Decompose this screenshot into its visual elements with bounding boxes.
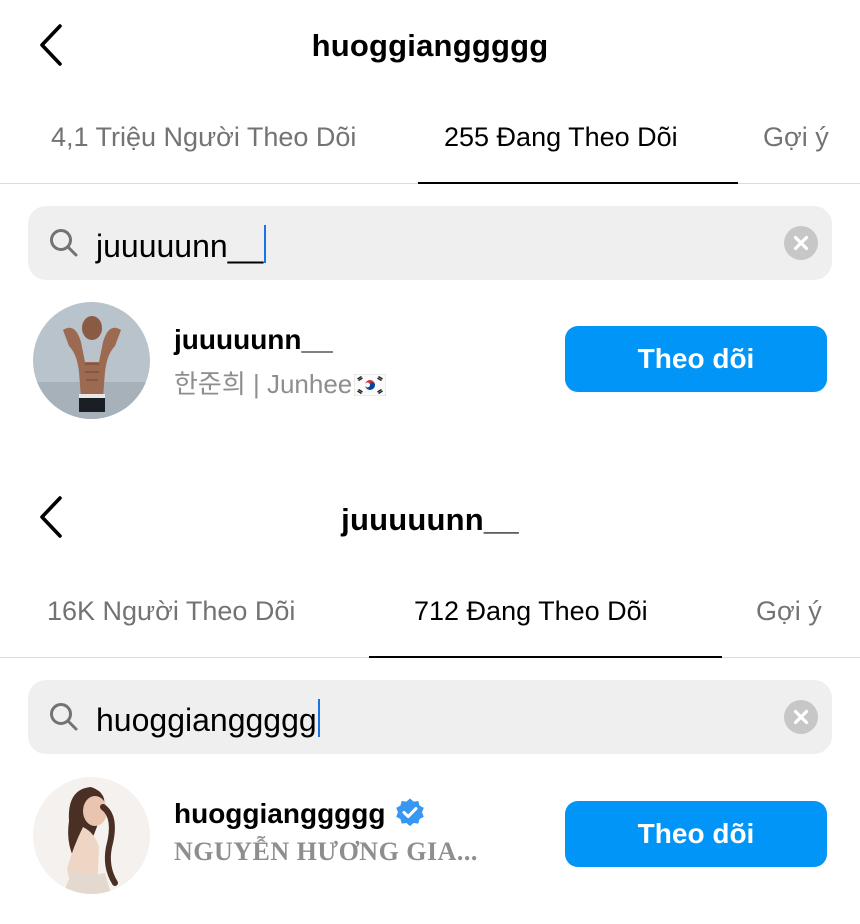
profile-photo-woman — [33, 777, 150, 894]
profile-photo-man — [33, 302, 150, 419]
result-username-text: huoggianggggg — [174, 798, 386, 829]
search-bar[interactable]: huoggianggggg — [28, 680, 832, 754]
tab-following[interactable]: 255 Đang Theo Dõi — [444, 122, 678, 153]
follow-button[interactable]: Theo dõi — [565, 801, 827, 867]
page-title: huoggianggggg — [311, 28, 549, 63]
tab-suggestions[interactable]: Gợi ý — [756, 596, 822, 627]
avatar[interactable] — [33, 302, 150, 419]
page-title: juuuuunn__ — [341, 502, 519, 537]
result-fullname-text: 한준희 | Junhee — [174, 369, 353, 399]
clear-icon — [793, 235, 809, 251]
tab-followers[interactable]: 4,1 Triệu Người Theo Dõi — [51, 122, 356, 153]
follow-button[interactable]: Theo dõi — [565, 326, 827, 392]
active-tab-indicator — [369, 656, 722, 658]
avatar[interactable] — [33, 777, 150, 894]
clear-search-button[interactable] — [784, 700, 818, 734]
active-tab-indicator — [418, 182, 738, 184]
search-icon — [50, 229, 78, 257]
result-username[interactable]: huoggianggggg — [174, 797, 426, 830]
search-query-text: huoggianggggg — [96, 702, 317, 738]
tab-suggestions[interactable]: Gợi ý — [763, 122, 829, 153]
result-fullname: NGUYỄN HƯƠNG GIA... — [174, 837, 478, 866]
search-icon — [50, 703, 78, 731]
clear-icon — [793, 709, 809, 725]
header: juuuuunn__ — [0, 472, 860, 564]
search-result-row[interactable]: juuuuunn__ 한준희 | Junhee Theo dõi — [0, 302, 860, 422]
text-caret — [264, 225, 267, 263]
screenshot-panel-2: juuuuunn__ 16K Người Theo Dõi 712 Đang T… — [0, 472, 860, 924]
clear-search-button[interactable] — [784, 226, 818, 260]
south-korea-flag-icon — [354, 374, 387, 396]
verified-badge-icon — [395, 798, 424, 827]
screenshot-panel-1: huoggianggggg 4,1 Triệu Người Theo Dõi 2… — [0, 0, 860, 462]
tab-followers[interactable]: 16K Người Theo Dõi — [47, 596, 295, 627]
result-fullname: 한준희 | Junhee — [174, 364, 387, 401]
tab-bar: 4,1 Triệu Người Theo Dõi 255 Đang Theo D… — [0, 96, 860, 184]
search-input[interactable]: juuuuunn__ — [96, 225, 267, 265]
search-bar[interactable]: juuuuunn__ — [28, 206, 832, 280]
text-caret — [317, 699, 320, 737]
header: huoggianggggg — [0, 0, 860, 92]
search-result-row[interactable]: huoggianggggg NGUYỄN HƯƠNG GIA... Theo d… — [0, 777, 860, 897]
result-username[interactable]: juuuuunn__ — [174, 324, 333, 356]
tab-following[interactable]: 712 Đang Theo Dõi — [414, 596, 648, 627]
search-input[interactable]: huoggianggggg — [96, 699, 320, 739]
tab-bar: 16K Người Theo Dõi 712 Đang Theo Dõi Gợi… — [0, 570, 860, 658]
search-query-text: juuuuunn__ — [96, 228, 264, 264]
